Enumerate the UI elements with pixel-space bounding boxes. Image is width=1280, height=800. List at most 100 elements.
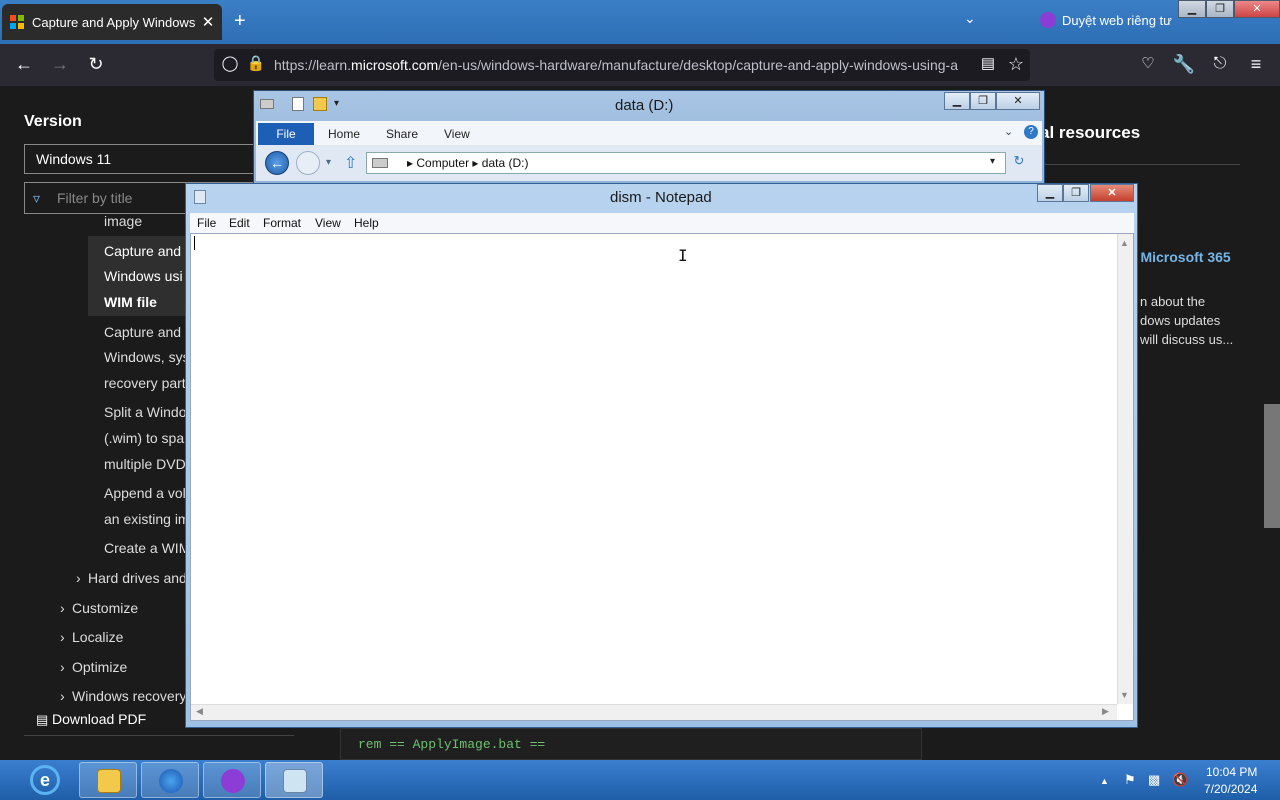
menu-help[interactable]: Help [354,216,379,230]
toc-item[interactable]: Split a Windo [104,404,186,420]
toc-chevron-icon[interactable]: › [60,629,65,645]
explorer-close-button[interactable]: ✕ [996,92,1040,110]
clock-time[interactable]: 10:04 PM [1206,765,1257,779]
explorer-minimize-button[interactable]: ▁ [944,92,970,110]
toc-active-line3[interactable]: WIM file [104,294,157,310]
toc-active-line1[interactable]: Capture and [104,243,181,259]
toc-item[interactable]: recovery part [104,375,186,391]
explorer-forward-icon[interactable] [296,151,320,175]
toc-item-hard-drives[interactable]: Hard drives and [88,570,187,586]
address-computer[interactable]: Computer [416,156,469,170]
additional-resources-heading: al resources [1040,123,1141,142]
menu-icon[interactable]: ≡ [1244,54,1268,74]
notepad-close-button[interactable]: ✕ [1090,184,1134,202]
taskbar-private-button[interactable] [203,762,261,798]
scroll-up-icon[interactable]: ▲ [1120,238,1129,248]
tray-expand-icon[interactable]: ▲ [1100,776,1109,786]
browser-tab[interactable]: Capture and Apply Windows using a ✕ [2,4,222,40]
menu-file[interactable]: File [197,216,216,230]
toc-chevron-icon[interactable]: › [76,570,81,586]
scroll-left-icon[interactable]: ◀ [196,706,203,717]
extensions-icon[interactable]: ⎋ [1208,54,1232,74]
notepad-vertical-scrollbar[interactable] [1117,234,1133,704]
reload-icon[interactable]: ↻ [84,54,108,74]
star-icon[interactable]: ☆ [1004,54,1028,74]
action-center-flag-icon[interactable]: ⚑ [1124,772,1136,788]
shield-icon[interactable]: ◯ [218,54,242,74]
notepad-text-area[interactable] [190,233,1134,721]
toc-item[interactable]: Capture and [104,324,181,340]
forward-icon[interactable]: → [48,54,72,74]
address-dropdown-icon[interactable]: ▾ [990,156,995,167]
taskbar-notepad-button[interactable] [265,762,323,798]
browser-maximize-button[interactable]: ❐ [1206,0,1234,18]
toc-item-optimize[interactable]: Optimize [72,659,127,675]
toc-item-localize[interactable]: Localize [72,629,123,645]
taskbar-explorer-button[interactable] [79,762,137,798]
toc-item-image[interactable]: image [104,213,142,229]
tab-close-icon[interactable]: ✕ [198,13,218,31]
menu-view[interactable]: View [315,216,341,230]
text-caret [194,236,195,250]
toc-item[interactable]: Create a WIM [104,540,190,556]
network-icon[interactable]: ▩ [1148,772,1160,788]
toc-active-line2[interactable]: Windows usi [104,268,183,284]
toc-item[interactable]: Windows, sys [104,349,190,365]
menu-edit[interactable]: Edit [229,216,250,230]
address-drive[interactable]: data (D:) [482,156,529,170]
toc-chevron-icon[interactable]: › [60,600,65,616]
new-folder-icon[interactable] [313,97,327,111]
new-tab-button[interactable]: + [234,10,246,32]
divider [1040,164,1240,165]
microsoft-365-link[interactable]: n Microsoft 365 [1128,249,1231,265]
wrench-icon[interactable]: 🔧 [1172,54,1196,74]
notepad-minimize-button[interactable]: ▁ [1037,184,1063,202]
toc-item-recovery[interactable]: Windows recovery [72,688,186,704]
scroll-right-icon[interactable]: ▶ [1102,706,1109,717]
tab-list-chevron-icon[interactable]: ⌄ [964,10,976,27]
toc-item[interactable]: an existing im [104,511,190,527]
toc-item-customize[interactable]: Customize [72,600,138,616]
page-scrollbar-thumb[interactable] [1264,404,1280,528]
menu-format[interactable]: Format [263,216,301,230]
pocket-icon[interactable]: ♡ [1136,54,1160,74]
private-label: Duyệt web riêng tư [1062,12,1172,28]
quick-access-dropdown-icon[interactable]: ▾ [334,98,339,109]
explorer-tab-home[interactable]: Home [328,127,360,141]
explorer-tab-view[interactable]: View [444,127,470,141]
lock-icon[interactable]: 🔒 [244,54,268,74]
volume-muted-icon[interactable]: 🔇 [1172,772,1188,788]
up-arrow-icon[interactable]: ⇧ [344,153,357,173]
ribbon-expand-icon[interactable]: ⌄ [1004,125,1013,138]
toc-item[interactable]: (.wim) to spar [104,430,189,446]
notepad-horizontal-scrollbar[interactable] [191,704,1117,720]
browser-minimize-button[interactable]: ▁ [1178,0,1206,18]
clock-date[interactable]: 7/20/2024 [1204,782,1257,796]
notepad-maximize-button[interactable]: ❐ [1063,184,1089,202]
version-select[interactable]: Windows 11 [24,144,284,174]
back-icon[interactable]: ← [12,54,36,74]
recent-locations-icon[interactable]: ▾ [326,157,331,168]
toc-chevron-icon[interactable]: › [60,659,65,675]
scroll-down-icon[interactable]: ▼ [1120,690,1129,700]
download-pdf-link[interactable]: Download PDF [52,711,146,727]
refresh-icon[interactable]: ↻ [1010,153,1028,171]
browser-close-button[interactable]: ✕ [1234,0,1280,18]
toc-chevron-icon[interactable]: › [60,688,65,704]
help-icon[interactable]: ? [1024,125,1038,139]
reader-icon[interactable]: ▤ [976,54,1000,74]
notepad-app-icon [194,190,206,204]
url-text[interactable]: https://learn.microsoft.com/en-us/window… [274,57,966,73]
ibeam-cursor-icon: I [678,246,688,265]
explorer-tab-share[interactable]: Share [386,127,418,141]
explorer-back-icon[interactable]: ← [265,151,289,175]
toc-item[interactable]: Append a vol [104,485,186,501]
explorer-maximize-button[interactable]: ❐ [970,92,996,110]
properties-icon[interactable] [292,97,304,111]
internet-explorer-icon[interactable]: e [30,765,60,795]
explorer-tab-file[interactable]: File [258,123,314,145]
taskbar-firefox-button[interactable] [141,762,199,798]
toc-item[interactable]: multiple DVD [104,456,186,472]
address-sep: ▸ [472,156,479,170]
explorer-address-bar[interactable]: ▸ Computer ▸ data (D:) [366,152,1006,174]
